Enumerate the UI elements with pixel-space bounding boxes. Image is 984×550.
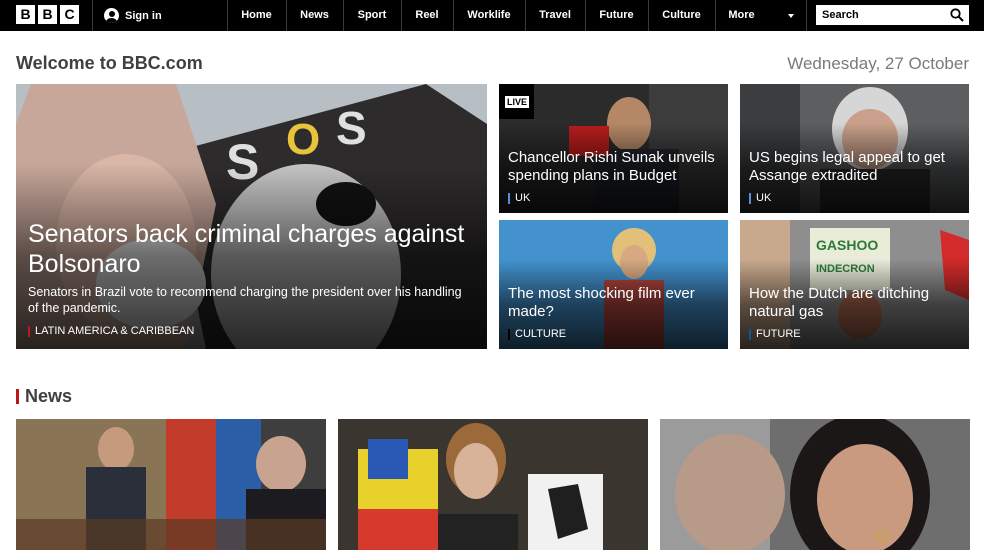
nav-home[interactable]: Home (227, 0, 286, 31)
svg-text:GASHOO: GASHOO (816, 237, 878, 253)
svg-text:O: O (286, 115, 320, 164)
news-section-title[interactable]: News (25, 386, 72, 407)
nav-sport[interactable]: Sport (343, 0, 401, 31)
logo-letter: B (38, 5, 57, 24)
section-tag[interactable]: CULTURE (508, 328, 566, 340)
news-image (660, 419, 970, 550)
hero-summary: Senators in Brazil vote to recommend cha… (28, 285, 462, 315)
nav-future[interactable]: Future (585, 0, 648, 31)
nav-culture[interactable]: Culture (648, 0, 715, 31)
hero-promo[interactable]: S O S Senators back criminal charges aga… (16, 84, 487, 349)
nav-reel[interactable]: Reel (401, 0, 453, 31)
promo-card[interactable]: LIVE Chancellor Rishi Sunak unveils spen… (499, 84, 728, 213)
svg-text:S: S (336, 102, 367, 154)
section-tag[interactable]: LATIN AMERICA & CARIBBEAN (28, 325, 194, 337)
section-marker (16, 389, 19, 404)
promo-card[interactable]: GASHOO INDECRON How the Dutch are ditchi… (740, 220, 969, 349)
news-image (338, 419, 648, 550)
page-title: Welcome to BBC.com (16, 53, 203, 73)
user-icon (104, 8, 119, 23)
section-tag[interactable]: UK (749, 192, 771, 204)
promo-card[interactable]: US begins legal appeal to get Assange ex… (740, 84, 969, 213)
section-tag[interactable]: FUTURE (749, 328, 801, 340)
search-input[interactable] (816, 5, 969, 25)
section-tag[interactable]: UK (508, 192, 530, 204)
date-display: Wednesday, 27 October (787, 54, 969, 73)
promo-headline[interactable]: Chancellor Rishi Sunak unveils spending … (508, 149, 720, 185)
live-badge: LIVE (499, 84, 534, 119)
logo-letter: B (16, 5, 35, 24)
news-card[interactable] (16, 419, 326, 550)
news-card[interactable] (338, 419, 648, 550)
hero-headline[interactable]: Senators back criminal charges against B… (28, 219, 467, 279)
promo-headline[interactable]: The most shocking film ever made? (508, 285, 720, 321)
news-image (16, 419, 326, 550)
global-navigation: B B C Sign in Home News Sport Reel Workl… (0, 0, 984, 31)
live-label: LIVE (505, 96, 530, 108)
divider (806, 0, 807, 31)
divider (92, 0, 93, 31)
nav-travel[interactable]: Travel (525, 0, 585, 31)
promo-headline[interactable]: US begins legal appeal to get Assange ex… (749, 149, 961, 185)
news-card[interactable] (660, 419, 970, 550)
sign-in-button[interactable]: Sign in (104, 0, 162, 31)
search-icon[interactable] (950, 8, 964, 22)
promo-headline[interactable]: How the Dutch are ditching natural gas (749, 285, 961, 321)
promo-card[interactable]: The most shocking film ever made? CULTUR… (499, 220, 728, 349)
bbc-logo[interactable]: B B C (16, 5, 79, 24)
logo-letter: C (60, 5, 79, 24)
nav-more[interactable]: More (715, 0, 768, 31)
nav-news[interactable]: News (286, 0, 343, 31)
sign-in-label: Sign in (125, 9, 162, 22)
nav-worklife[interactable]: Worklife (453, 0, 525, 31)
chevron-down-icon[interactable] (788, 14, 794, 18)
